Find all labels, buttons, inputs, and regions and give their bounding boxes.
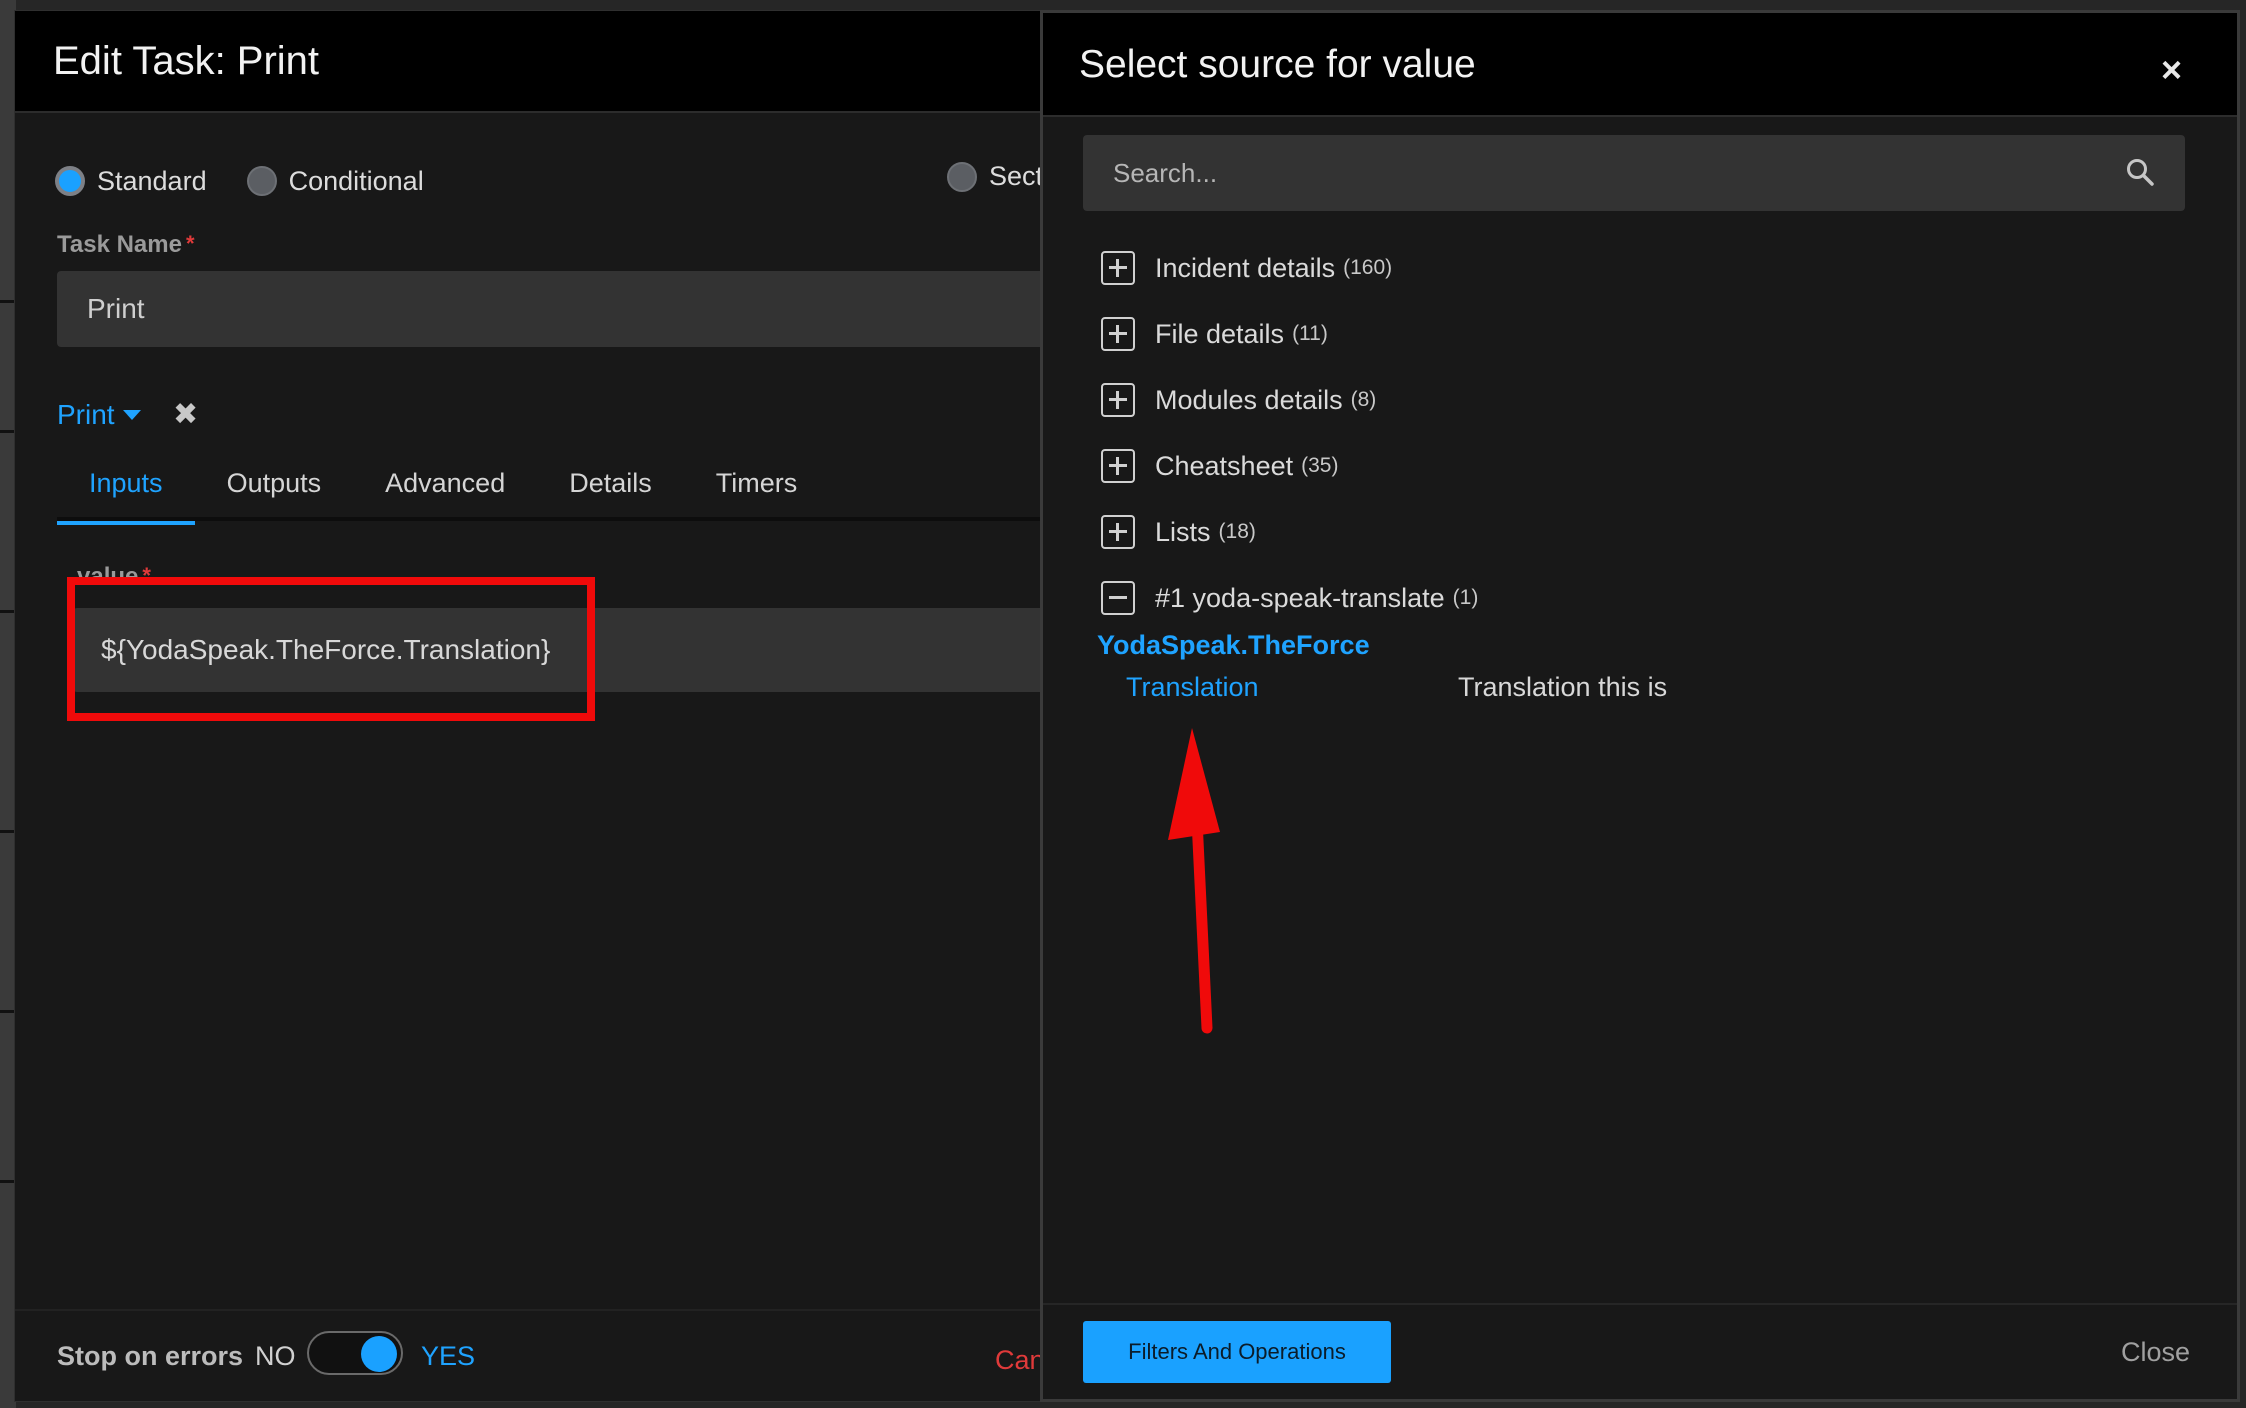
edit-task-footer: Stop on errors NO YES Can (15, 1309, 1057, 1401)
task-name-label: Task Name * (57, 231, 195, 259)
toggle-yes-label: YES (421, 1341, 476, 1371)
tree-item-lists[interactable]: Lists (18) (1101, 499, 1478, 565)
radio-unselected-icon (246, 166, 277, 196)
select-source-title: Select source for value (1079, 43, 1476, 86)
tree-item-label: Cheatsheet (1155, 450, 1294, 481)
edit-task-panel: Edit Task: Print Standard Conditional Se… (14, 10, 1069, 1402)
expand-plus-icon[interactable] (1101, 383, 1135, 417)
source-tree: Incident details (160) File details (11)… (1101, 235, 1478, 631)
tab-inputs[interactable]: Inputs (57, 451, 195, 525)
tree-item-label: File details (1155, 318, 1285, 349)
radio-unselected-icon (947, 161, 977, 192)
task-tabs: Inputs Outputs Advanced Details Timers (57, 451, 1067, 525)
tree-item-count: (1) (1452, 586, 1479, 609)
close-icon[interactable]: × (2161, 49, 2182, 91)
toggle-knob (361, 1336, 397, 1372)
select-source-footer: Filters And Operations Close (1043, 1303, 2237, 1399)
result-child-value: Translation this is (1458, 672, 1668, 702)
radio-selected-icon (55, 166, 85, 196)
tree-item-count: (35) (1301, 454, 1339, 477)
tree-item-label: Modules details (1155, 384, 1343, 415)
script-dropdown[interactable]: Print (57, 399, 141, 431)
radio-conditional[interactable]: Conditional (246, 165, 424, 197)
tree-item-count: (160) (1343, 256, 1393, 279)
caret-down-icon (122, 410, 141, 420)
tab-timers[interactable]: Timers (684, 451, 830, 521)
expand-plus-icon[interactable] (1101, 449, 1135, 483)
radio-standard[interactable]: Standard (55, 166, 207, 197)
collapse-minus-icon[interactable] (1101, 581, 1135, 615)
result-child-key[interactable]: Translation (1126, 672, 1259, 703)
tree-item-count: (18) (1218, 520, 1256, 543)
script-dropdown-label: Print (57, 399, 115, 430)
annotation-highlight-box (67, 577, 595, 721)
result-parent-key[interactable]: YodaSpeak.TheForce (1097, 630, 1370, 661)
edit-task-title: Edit Task: Print (53, 39, 320, 83)
search-box (1083, 135, 2185, 211)
radio-standard-label: Standard (97, 165, 207, 196)
tree-item-modules-details[interactable]: Modules details (8) (1101, 367, 1478, 433)
required-mark: * (185, 231, 195, 256)
stop-on-errors-label: Stop on errors (57, 1341, 244, 1371)
expand-plus-icon[interactable] (1101, 317, 1135, 351)
toggle-no-label: NO (255, 1341, 296, 1371)
close-button[interactable]: Close (2121, 1337, 2190, 1368)
annotation-arrow-icon (1168, 728, 1220, 1034)
expand-plus-icon[interactable] (1101, 251, 1135, 285)
tree-item-label: Incident details (1155, 252, 1336, 283)
tree-item-yoda-speak-translate[interactable]: #1 yoda-speak-translate (1) (1101, 565, 1478, 631)
select-source-panel: Select source for value × Incident detai… (1040, 10, 2240, 1402)
filters-and-operations-button[interactable]: Filters And Operations (1083, 1321, 1391, 1383)
task-name-label-text: Task Name (57, 231, 182, 258)
search-icon[interactable] (2125, 157, 2155, 187)
search-input[interactable] (1083, 135, 2103, 211)
tab-outputs[interactable]: Outputs (195, 451, 354, 521)
tab-advanced[interactable]: Advanced (353, 451, 537, 521)
tree-item-cheatsheet[interactable]: Cheatsheet (35) (1101, 433, 1478, 499)
screen: Edit Task: Print Standard Conditional Se… (0, 0, 2246, 1408)
cancel-button[interactable]: Can (995, 1345, 1045, 1376)
task-name-input[interactable] (57, 271, 1067, 347)
tree-item-count: (8) (1350, 388, 1377, 411)
tab-details[interactable]: Details (537, 451, 684, 521)
tree-item-label: Lists (1155, 516, 1211, 547)
stop-on-errors-toggle[interactable] (307, 1331, 403, 1375)
tree-item-file-details[interactable]: File details (11) (1101, 301, 1478, 367)
tree-item-label: #1 yoda-speak-translate (1155, 582, 1445, 613)
radio-section-label: Sect (989, 161, 1044, 191)
select-source-header: Select source for value × (1043, 13, 2237, 117)
radio-section[interactable]: Sect (947, 161, 1043, 192)
edit-task-header: Edit Task: Print (15, 11, 1057, 113)
task-type-radio-group: Standard Conditional (55, 161, 464, 201)
radio-conditional-label: Conditional (288, 165, 424, 196)
tree-item-count: (11) (1292, 322, 1328, 345)
expand-plus-icon[interactable] (1101, 515, 1135, 549)
remove-script-icon[interactable]: ✖ (173, 397, 198, 432)
tree-item-incident-details[interactable]: Incident details (160) (1101, 235, 1478, 301)
